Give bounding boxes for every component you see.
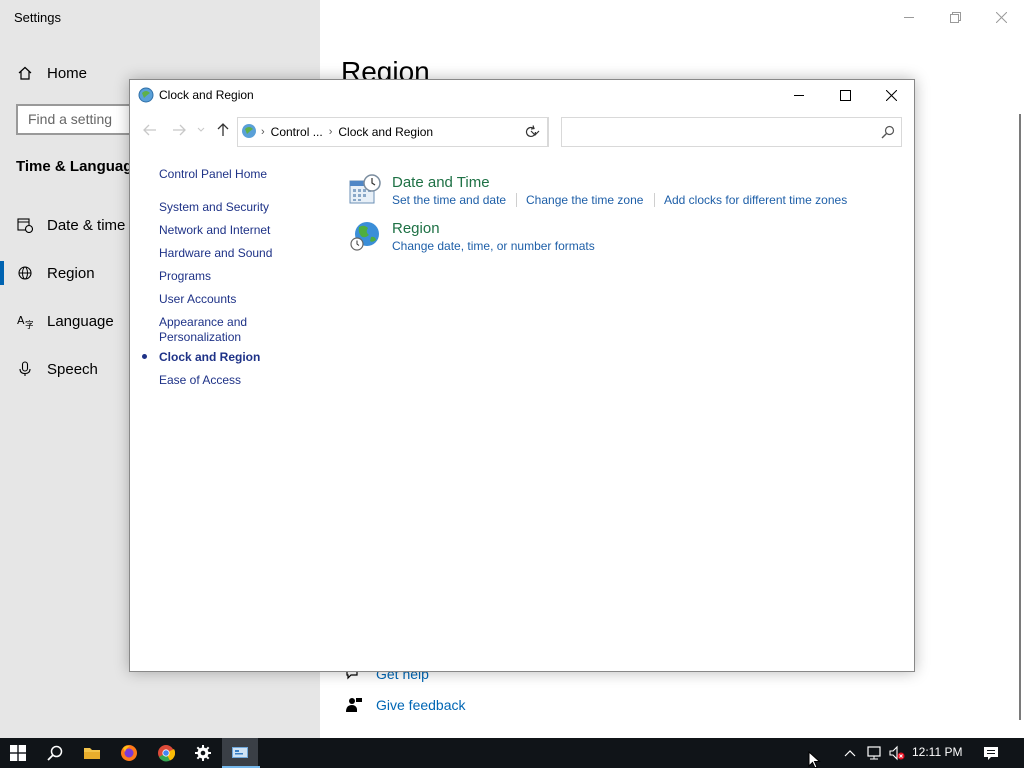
control-panel-taskbar-icon[interactable] [222,738,258,768]
address-cp-icon [241,123,257,142]
cp-maximize-button[interactable] [822,80,868,110]
breadcrumb-clock-region[interactable]: Clock and Region [338,125,433,139]
date-time-icon[interactable] [348,173,382,207]
refresh-icon [525,125,536,138]
settings-gear-icon[interactable] [185,738,221,768]
svg-text:字: 字 [25,319,33,329]
settings-nav-label: Date & time [47,216,126,234]
change-time-zone-link[interactable]: Change the time zone [526,193,643,207]
settings-close-button[interactable] [978,4,1024,30]
link-divider [654,193,655,207]
settings-nav-label: Language [47,312,114,330]
settings-restore-button[interactable] [932,4,978,30]
network-icon[interactable] [865,744,883,762]
left-pane-item-programs[interactable]: Programs [159,269,319,284]
left-pane-item-clock-region: Clock and Region [159,350,261,364]
microphone-icon [16,360,34,378]
left-pane-item-network-internet[interactable]: Network and Internet [159,223,319,238]
language-icon: A字 [16,312,34,330]
home-icon [16,64,34,82]
feedback-icon [345,696,363,714]
add-clocks-link[interactable]: Add clocks for different time zones [664,193,847,207]
cp-minimize-button[interactable] [776,80,822,110]
control-panel-titlebar[interactable]: Clock and Region [130,80,914,110]
mouse-pointer-icon [808,750,822,768]
settings-nav-date-time[interactable]: Date & time [16,216,125,234]
settings-minimize-button[interactable] [886,4,932,30]
settings-window-title: Settings [14,10,61,25]
settings-home-label: Home [47,64,88,82]
breadcrumb-control-panel[interactable]: Control ... [271,125,323,139]
category-region-title[interactable]: Region [392,220,440,237]
taskbar-clock[interactable]: 12:11 PM [912,745,962,759]
control-panel-search-input[interactable] [561,117,902,147]
left-pane-item-system-security[interactable]: System and Security [159,200,319,215]
refresh-button[interactable] [514,117,548,147]
settings-home-link[interactable]: Home [16,64,87,82]
settings-nav-region[interactable]: Region [16,264,95,282]
volume-muted-icon[interactable] [888,744,906,762]
start-icon[interactable] [0,738,36,768]
action-center-icon[interactable] [982,744,1000,762]
search-icon [881,125,895,144]
link-divider [516,193,517,207]
up-arrow-icon[interactable] [215,122,231,138]
settings-section-title: Time & Language [16,158,141,175]
left-pane-item-hardware-sound[interactable]: Hardware and Sound [159,246,319,261]
settings-search-input[interactable]: Find a setting [16,104,146,135]
left-pane-item-ease-of-access[interactable]: Ease of Access [159,373,319,388]
category-date-time-title[interactable]: Date and Time [392,174,490,191]
change-formats-link[interactable]: Change date, time, or number formats [392,239,595,253]
control-panel-home-link[interactable]: Control Panel Home [159,167,319,182]
breadcrumb-separator-icon: › [261,126,265,138]
settings-nav-language[interactable]: A字 Language [16,312,114,330]
recent-locations-chevron-icon[interactable] [196,122,206,138]
region-globe-icon[interactable] [348,219,382,253]
give-feedback-label: Give feedback [376,697,466,713]
back-arrow-icon[interactable] [142,122,158,138]
control-panel-navbar: › Control ... › Clock and Region [130,114,914,148]
chrome-icon[interactable] [148,738,184,768]
file-explorer-icon[interactable] [74,738,110,768]
settings-nav-speech[interactable]: Speech [16,360,98,378]
control-panel-window-title: Clock and Region [159,88,254,102]
give-feedback-link[interactable]: Give feedback [345,696,466,714]
breadcrumb-separator-icon: › [328,126,333,138]
settings-scrollbar[interactable] [1019,114,1021,720]
left-pane-item-appearance[interactable]: Appearance and Personalization [159,315,259,345]
set-time-date-link[interactable]: Set the time and date [392,193,506,207]
forward-arrow-icon[interactable] [171,122,187,138]
search-icon[interactable] [37,738,73,768]
current-item-bullet [142,354,147,359]
control-panel-icon [138,87,154,103]
left-pane-item-user-accounts[interactable]: User Accounts [159,292,319,307]
calendar-clock-icon [16,216,34,234]
settings-nav-label: Speech [47,360,98,378]
show-hidden-icons-chevron-icon[interactable] [841,744,859,762]
selected-indicator [0,261,4,285]
svg-text:A: A [17,314,25,327]
address-bar[interactable]: › Control ... › Clock and Region [237,117,549,147]
globe-icon [16,264,34,282]
control-panel-window: Clock and Region › Control ... › Clock a… [129,79,915,672]
settings-nav-label: Region [47,264,95,282]
cp-close-button[interactable] [868,80,914,110]
firefox-icon[interactable] [111,738,147,768]
